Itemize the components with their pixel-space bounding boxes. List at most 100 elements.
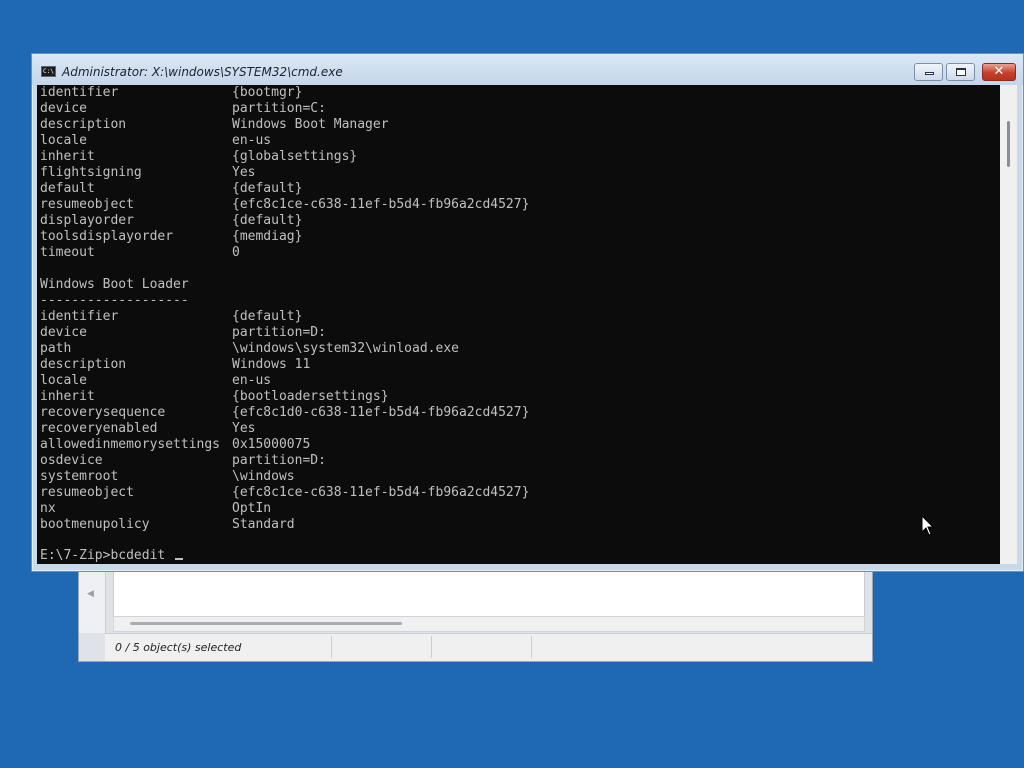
bcd-entry-key: toolsdisplayorder — [40, 229, 174, 244]
bcd-entry-row: inherit {bootloadersettings} — [40, 389, 389, 405]
bcd-entry-key: path — [40, 341, 72, 356]
bcd-entry-value: {efc8c1d0-c638-11ef-b5d4-fb96a2cd4527} — [232, 405, 530, 420]
bcd-entry-value: OptIn — [232, 501, 272, 516]
bcd-entry-key: identifier — [40, 309, 119, 324]
status-divider — [331, 636, 332, 658]
bcd-entry-row: path \windows\system32\winload.exe — [40, 341, 459, 357]
bcd-entry-row: toolsdisplayorder {memdiag} — [40, 229, 302, 245]
bcd-entry-value: en-us — [232, 373, 272, 388]
section-rule: ------------------- — [40, 293, 189, 308]
bcd-entry-value: 0 — [232, 245, 240, 260]
bcd-entry-key: nx — [40, 501, 56, 516]
bcd-entry-row: description Windows 11 — [40, 357, 310, 373]
maximize-icon — [956, 68, 966, 76]
scroll-left-arrow-icon[interactable]: ◀ — [87, 589, 94, 599]
bcd-entry-value: Standard — [232, 517, 295, 532]
status-divider — [531, 636, 532, 658]
bcd-entry-value: \windows\system32\winload.exe — [232, 341, 459, 356]
minimize-button[interactable] — [914, 63, 943, 81]
mouse-pointer-icon — [921, 515, 935, 536]
bcd-entry-key: description — [40, 357, 127, 372]
bcd-entry-key: inherit — [40, 149, 95, 164]
bcd-entry-value: en-us — [232, 133, 272, 148]
bcd-entry-key: allowedinmemorysettings — [40, 437, 221, 452]
bcd-entry-value: {memdiag} — [232, 229, 303, 244]
section-heading: Windows Boot Loader — [40, 277, 189, 292]
bcd-entry-row: recoveryenabled Yes — [40, 421, 255, 437]
bcd-entry-row: default {default} — [40, 181, 302, 197]
bcd-entry-row: systemroot \windows — [40, 469, 295, 485]
background-file-manager-window: ◀ 0 / 5 object(s) selected — [78, 560, 873, 662]
bcd-entry-value: {default} — [232, 309, 303, 324]
text-cursor — [175, 558, 184, 560]
bcd-entry-value: {bootloadersettings} — [232, 389, 389, 404]
bcd-entry-key: device — [40, 101, 87, 116]
bcd-entry-row: displayorder {default} — [40, 213, 302, 229]
bcd-entry-key: recoverysequence — [40, 405, 166, 420]
bcd-entry-row: osdevice partition=D: — [40, 453, 326, 469]
bcd-entry-value: {efc8c1ce-c638-11ef-b5d4-fb96a2cd4527} — [232, 485, 530, 500]
bcd-entry-key: identifier — [40, 85, 119, 100]
horizontal-scrollbar[interactable] — [113, 616, 865, 632]
cmd-app-icon[interactable]: C:\ — [41, 66, 56, 77]
bcd-entry-key: flightsigning — [40, 165, 142, 180]
vertical-scrollbar[interactable] — [1000, 85, 1017, 564]
bcd-entry-value: {efc8c1ce-c638-11ef-b5d4-fb96a2cd4527} — [232, 197, 530, 212]
command-prompt-text: E:\7-Zip>bcdedit — [40, 548, 174, 563]
bcd-entry-key: description — [40, 117, 127, 132]
bcd-entry-row: flightsigning Yes — [40, 165, 255, 181]
bcd-entry-row: recoverysequence {efc8c1d0-c638-11ef-b5d4… — [40, 405, 529, 421]
command-line[interactable]: E:\7-Zip>bcdedit — [40, 548, 184, 564]
bcd-entry-value: {globalsettings} — [232, 149, 358, 164]
bcd-entry-value: {default} — [232, 213, 303, 228]
vertical-scrollbar-thumb[interactable] — [1007, 121, 1010, 167]
close-icon: ✕ — [993, 64, 1005, 79]
bcd-entry-key: recoveryenabled — [40, 421, 158, 436]
maximize-button[interactable] — [946, 63, 975, 81]
bcd-entry-key: resumeobject — [40, 197, 134, 212]
bcd-entry-row: allowedinmemorysettings 0x15000075 — [40, 437, 310, 453]
bcd-entry-key: default — [40, 181, 95, 196]
bcd-entry-key: device — [40, 325, 87, 340]
bcd-entry-value: Yes — [232, 165, 256, 180]
bcd-entry-value: 0x15000075 — [232, 437, 311, 452]
bcd-entry-value: partition=D: — [232, 325, 326, 340]
bcd-entry-row: identifier {bootmgr} — [40, 85, 302, 101]
bcd-entry-value: {default} — [232, 181, 303, 196]
command-prompt-window[interactable]: C:\ Administrator: X:\windows\SYSTEM32\c… — [31, 53, 1024, 572]
bcd-entry-row: resumeobject {efc8c1ce-c638-11ef-b5d4-fb9… — [40, 197, 529, 213]
bcd-entry-value: Windows Boot Manager — [232, 117, 389, 132]
title-bar[interactable]: C:\ Administrator: X:\windows\SYSTEM32\c… — [32, 54, 1023, 85]
bcd-entry-row: device partition=D: — [40, 325, 326, 341]
bcd-entry-key: inherit — [40, 389, 95, 404]
bcd-entry-row: device partition=C: — [40, 101, 326, 117]
close-button[interactable]: ✕ — [982, 63, 1016, 81]
bcd-entry-value: Yes — [232, 421, 256, 436]
window-title: Administrator: X:\windows\SYSTEM32\cmd.e… — [62, 65, 343, 79]
bcd-entry-value: {bootmgr} — [232, 85, 303, 100]
bcd-entry-key: bootmenupolicy — [40, 517, 150, 532]
bcd-entry-row: identifier {default} — [40, 309, 302, 325]
status-bar: 0 / 5 object(s) selected — [105, 633, 872, 661]
bcd-entry-row: locale en-us — [40, 373, 271, 389]
console-output[interactable]: identifier {bootmgr} device partition=C: des… — [37, 85, 1000, 564]
bcd-entry-row: timeout 0 — [40, 245, 240, 261]
bcd-entry-row: description Windows Boot Manager — [40, 117, 389, 133]
bcd-entry-key: locale — [40, 373, 87, 388]
bcd-entry-value: partition=D: — [232, 453, 326, 468]
status-divider — [431, 636, 432, 658]
minimize-icon — [925, 72, 934, 75]
bcd-entry-row: bootmenupolicy Standard — [40, 517, 295, 533]
bcd-entry-key: displayorder — [40, 213, 134, 228]
bcd-entry-row: resumeobject {efc8c1ce-c638-11ef-b5d4-fb9… — [40, 485, 529, 501]
bcd-entry-key: systemroot — [40, 469, 119, 484]
horizontal-scrollbar-thumb[interactable] — [130, 622, 402, 625]
bcd-entry-row: nx OptIn — [40, 501, 271, 517]
bcd-entry-value: partition=C: — [232, 101, 326, 116]
bcd-entry-row: inherit {globalsettings} — [40, 149, 357, 165]
file-list[interactable] — [113, 569, 865, 617]
bcd-entry-key: resumeobject — [40, 485, 134, 500]
bcd-entry-row: locale en-us — [40, 133, 271, 149]
bcd-entry-value: \windows — [232, 469, 295, 484]
bcd-entry-key: locale — [40, 133, 87, 148]
